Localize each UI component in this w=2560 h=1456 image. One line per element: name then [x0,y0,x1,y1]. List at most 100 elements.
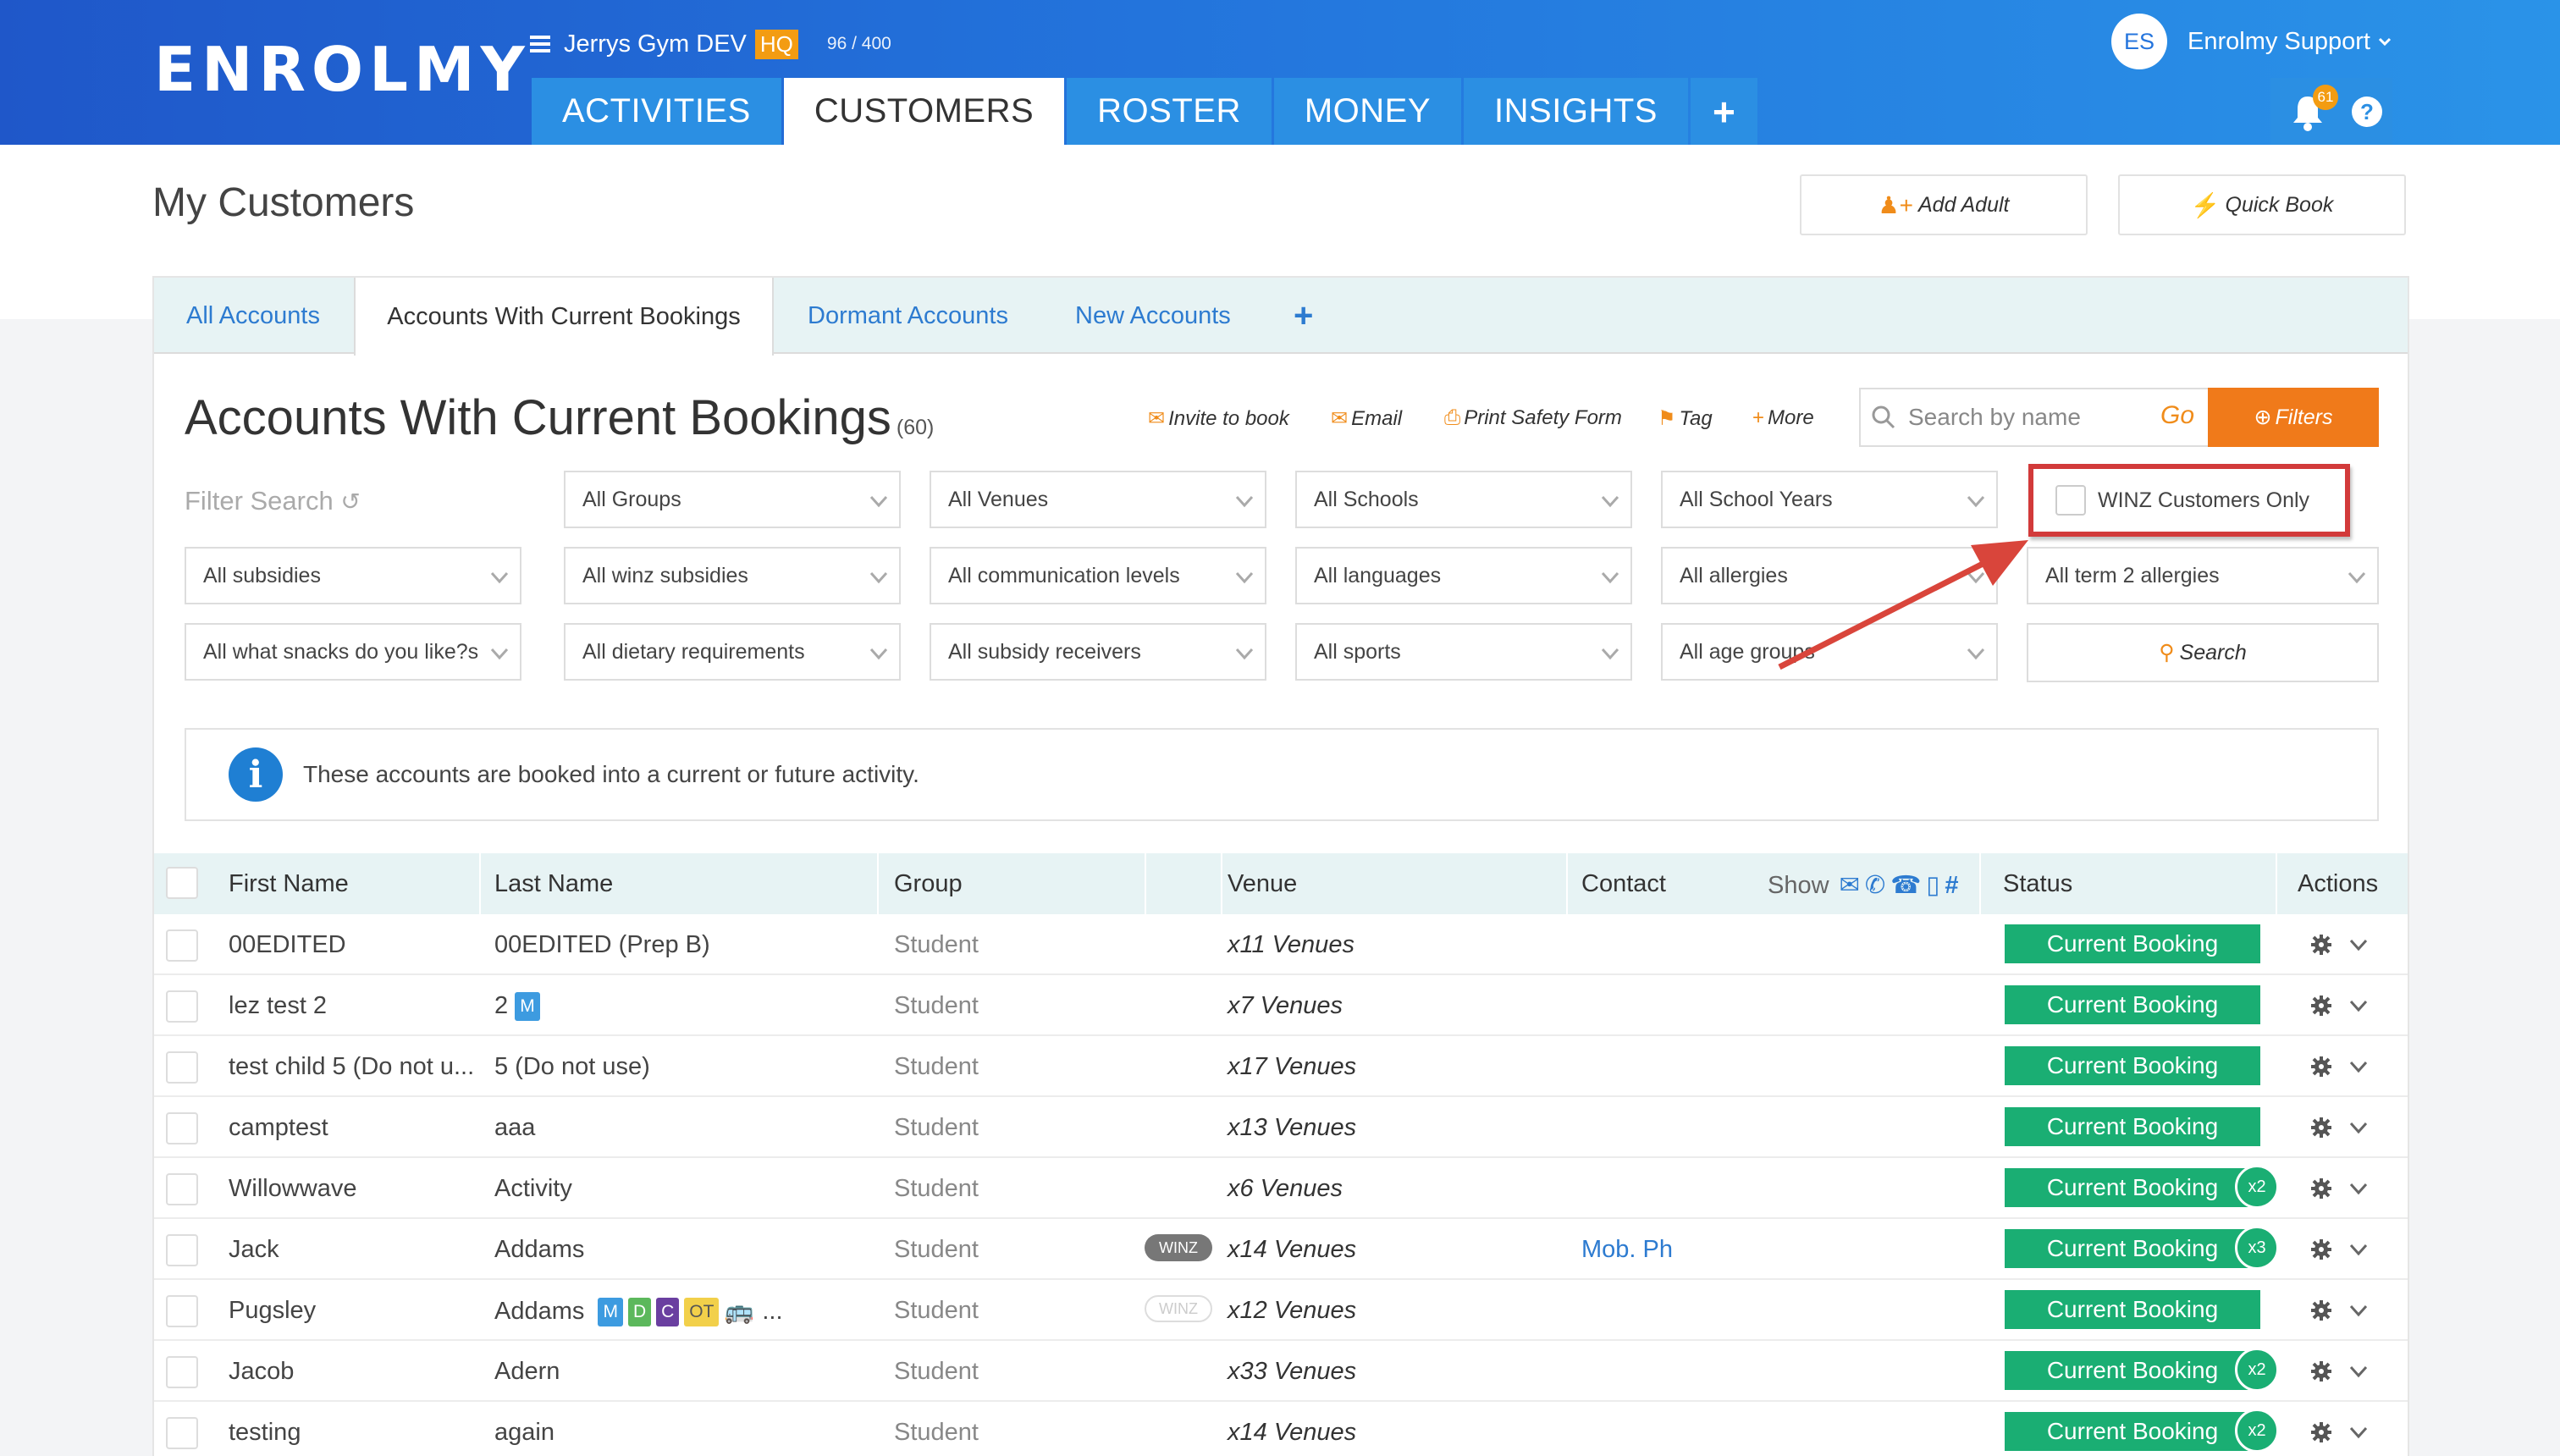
search-input[interactable]: Search by name [1908,404,2081,431]
venues-link[interactable]: x17 Venues [1228,1053,1356,1081]
add-adult-button[interactable]: ♟+ Add Adult [1800,174,2088,235]
table-row[interactable]: Pugsley Addams M D C OT 🚌... Student WINZ x1… [154,1280,2408,1341]
envelope-icon[interactable]: ✉ [1840,872,1860,899]
status-badge[interactable]: Current Booking [2005,1107,2260,1146]
last-name[interactable]: 00EDITED (Prep B) [494,931,710,959]
communication-levels-dropdown[interactable]: All communication levels [930,547,1266,604]
row-checkbox[interactable] [166,1417,198,1449]
show-contact-toggle[interactable]: Show ✉ ✆ ☎ ▯ # [1768,870,1958,900]
gear-icon[interactable] [2309,1420,2333,1444]
phone-square-icon[interactable]: ✆ [1865,872,1885,899]
table-row[interactable]: camptest aaa Student x13 Venues Current … [154,1097,2408,1158]
nav-tab-insights[interactable]: INSIGHTS [1464,78,1688,145]
enrolmy-logo[interactable]: ENROLMY [154,34,531,105]
languages-dropdown[interactable]: All languages [1295,547,1632,604]
last-name[interactable]: aaa [494,1114,535,1142]
select-all-checkbox[interactable] [166,867,198,899]
last-name[interactable]: Adern [494,1358,560,1386]
contact-link[interactable]: Mob. Ph [1581,1236,1673,1264]
row-checkbox[interactable] [166,1173,198,1205]
venues-link[interactable]: x14 Venues [1228,1236,1356,1264]
dietary-tag[interactable]: D [627,1298,652,1327]
col-status[interactable]: Status [2003,870,2072,898]
status-badge[interactable]: Current Booking [2005,985,2260,1024]
last-name[interactable]: Addams M D C OT 🚌... [494,1297,783,1327]
bus-icon[interactable]: 🚌 [724,1298,753,1324]
col-venue[interactable]: Venue [1228,870,1297,898]
snacks-dropdown[interactable]: All what snacks do you like?s [185,623,521,681]
last-name[interactable]: Activity [494,1175,572,1203]
row-checkbox[interactable] [166,1295,198,1327]
winz-subsidies-dropdown[interactable]: All winz subsidies [564,547,901,604]
gear-icon[interactable] [2309,933,2333,957]
filters-button[interactable]: ⊕ Filters [2208,388,2379,447]
status-badge[interactable]: Current Booking [2005,1046,2260,1085]
gear-icon[interactable] [2309,1055,2333,1078]
custody-tag[interactable]: C [656,1298,680,1327]
row-checkbox[interactable] [166,1051,198,1084]
venues-link[interactable]: x14 Venues [1228,1419,1356,1447]
tab-new-accounts[interactable]: New Accounts [1075,278,1231,354]
medical-tag[interactable]: M [598,1298,623,1327]
status-badge[interactable]: Current Booking [2005,1412,2260,1451]
venues-link[interactable]: x11 Venues [1228,931,1354,959]
gear-icon[interactable] [2309,1116,2333,1139]
user-menu[interactable]: ES Enrolmy Support [2111,14,2392,69]
print-safety-form-action[interactable]: ⎙ Print Safety Form [1444,406,1622,430]
more-tags[interactable]: ... [762,1298,782,1325]
gear-icon[interactable] [2309,1359,2333,1383]
chevron-down-icon[interactable] [2377,34,2392,49]
row-checkbox[interactable] [166,990,198,1023]
booking-count-badge[interactable]: x2 [2235,1348,2279,1392]
venues-link[interactable]: x13 Venues [1228,1114,1356,1142]
status-badge[interactable]: Current Booking [2005,1168,2260,1207]
tab-current-bookings[interactable]: Accounts With Current Bookings [354,278,774,356]
quick-book-button[interactable]: ⚡ Quick Book [2118,174,2406,235]
first-name[interactable]: camptest [229,1114,328,1142]
table-row[interactable]: lez test 2 2 M Student x7 Venues Current… [154,975,2408,1036]
last-name[interactable]: 5 (Do not use) [494,1053,650,1081]
row-checkbox[interactable] [166,1112,198,1144]
chevron-down-icon[interactable] [2347,1420,2370,1444]
phone-icon[interactable]: ☎ [1890,872,1921,899]
chevron-down-icon[interactable] [2347,1238,2370,1261]
chevron-down-icon[interactable] [2347,1359,2370,1383]
mobile-icon[interactable]: ▯ [1926,872,1939,899]
gear-icon[interactable] [2309,1238,2333,1261]
row-checkbox[interactable] [166,1356,198,1388]
help-icon[interactable]: ? [2352,97,2382,127]
sports-dropdown[interactable]: All sports [1295,623,1632,681]
last-name[interactable]: 2 M [494,992,545,1022]
user-name[interactable]: Enrolmy Support [2188,28,2370,56]
gear-icon[interactable] [2309,1177,2333,1200]
status-badge[interactable]: Current Booking [2005,1290,2260,1329]
venues-link[interactable]: x12 Venues [1228,1297,1356,1325]
table-row[interactable]: testing again Student x14 Venues Current… [154,1402,2408,1456]
status-badge[interactable]: Current Booking [2005,1229,2260,1268]
table-row[interactable]: Jack Addams Student WINZ x14 Venues Mob.… [154,1219,2408,1280]
chevron-down-icon[interactable] [2347,994,2370,1018]
groups-dropdown[interactable]: All Groups [564,471,901,528]
reset-icon[interactable]: ↺ [340,488,360,515]
schools-dropdown[interactable]: All Schools [1295,471,1632,528]
table-row[interactable]: Willowwave Activity Student x6 Venues Cu… [154,1158,2408,1219]
hash-icon[interactable]: # [1945,872,1958,899]
gear-icon[interactable] [2309,1299,2333,1322]
other-tag[interactable]: OT [684,1298,720,1327]
booking-count-badge[interactable]: x3 [2235,1226,2279,1270]
invite-to-book-action[interactable]: ✉ Invite to book [1148,406,1289,431]
chevron-down-icon[interactable] [2347,1299,2370,1322]
status-badge[interactable]: Current Booking [2005,924,2260,963]
status-badge[interactable]: Current Booking [2005,1351,2260,1390]
col-group[interactable]: Group [894,870,963,898]
col-last-name[interactable]: Last Name [494,870,613,898]
chevron-down-icon[interactable] [2347,1177,2370,1200]
tab-all-accounts[interactable]: All Accounts [186,278,320,354]
col-contact[interactable]: Contact [1581,870,1666,898]
tag-action[interactable]: ⚑ Tag [1658,406,1713,431]
nav-tab-activities[interactable]: ACTIVITIES [532,78,781,145]
gym-selector[interactable]: Jerrys Gym DEV HQ 96 / 400 [530,27,891,61]
col-first-name[interactable]: First Name [229,870,349,898]
table-row[interactable]: test child 5 (Do not u... 5 (Do not use)… [154,1036,2408,1097]
add-tab-button[interactable]: + [1294,278,1313,354]
